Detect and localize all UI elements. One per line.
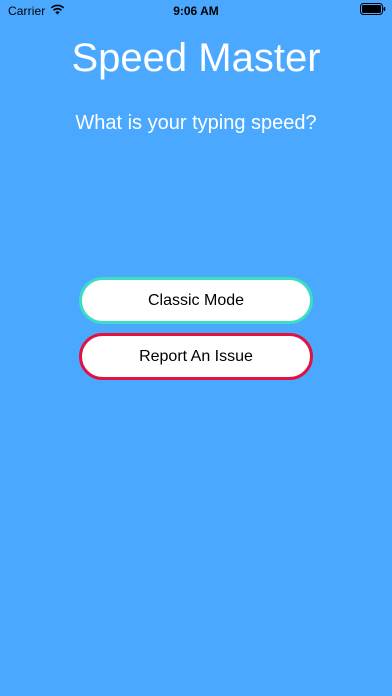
status-time: 9:06 AM bbox=[173, 4, 219, 18]
report-issue-button[interactable]: Report An Issue bbox=[79, 333, 313, 380]
battery-icon bbox=[360, 3, 386, 15]
report-issue-label: Report An Issue bbox=[139, 347, 253, 365]
classic-mode-button[interactable]: Classic Mode bbox=[79, 277, 313, 324]
subtitle: What is your typing speed? bbox=[75, 112, 317, 134]
classic-mode-label: Classic Mode bbox=[147, 291, 245, 309]
app-title: Speed Master bbox=[71, 36, 321, 80]
status-bar: Carrier 9:06 AM bbox=[0, 0, 392, 22]
